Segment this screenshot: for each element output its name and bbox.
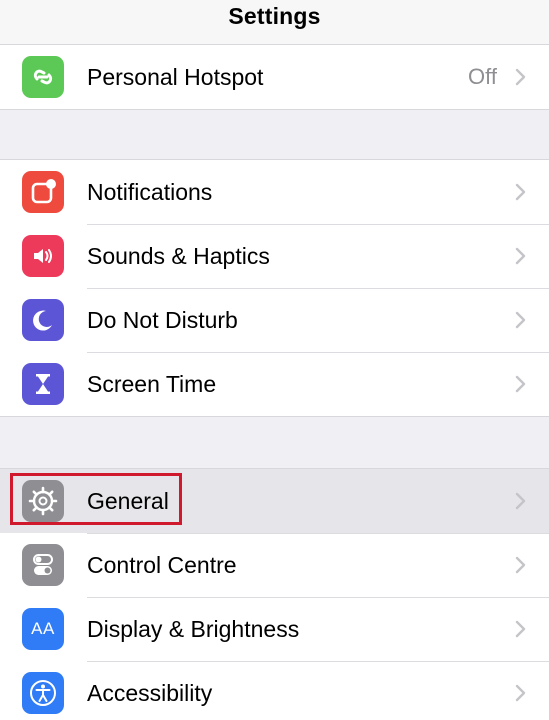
accessibility-icon (22, 672, 64, 714)
settings-row-value: Off (468, 64, 497, 89)
settings-row-screen-time[interactable]: Screen Time (0, 352, 549, 416)
chevron-right-icon (515, 68, 526, 86)
settings-row-label: Accessibility (87, 680, 213, 706)
hourglass-icon (22, 363, 64, 405)
settings-row-notifications[interactable]: Notifications (0, 160, 549, 224)
settings-group-network: Personal Hotspot Off (0, 44, 549, 110)
moon-icon (22, 299, 64, 341)
page-title: Settings (228, 3, 321, 29)
settings-row-label: Sounds & Haptics (87, 243, 270, 269)
chevron-right-icon (515, 311, 526, 329)
settings-screen: Settings Personal Hotspot Off Notificati… (0, 0, 549, 720)
chevron-right-icon (515, 620, 526, 638)
chevron-right-icon (515, 183, 526, 201)
settings-row-accessibility[interactable]: Accessibility (0, 661, 549, 720)
display-aa-icon: AA (22, 608, 64, 650)
settings-row-label: Notifications (87, 179, 213, 205)
chevron-right-icon (515, 684, 526, 702)
settings-group-system: General Control Centre AA Display & Brig… (0, 468, 549, 720)
display-icon-text: AA (31, 619, 55, 638)
settings-row-do-not-disturb[interactable]: Do Not Disturb (0, 288, 549, 352)
settings-row-label: Control Centre (87, 552, 237, 578)
notifications-icon (22, 171, 64, 213)
chevron-right-icon (515, 375, 526, 393)
settings-row-label: General (87, 488, 169, 514)
chevron-right-icon (515, 492, 526, 510)
personal-hotspot-icon (22, 56, 64, 98)
gear-icon (22, 480, 64, 522)
settings-row-sounds-haptics[interactable]: Sounds & Haptics (0, 224, 549, 288)
chevron-right-icon (515, 247, 526, 265)
settings-row-control-centre[interactable]: Control Centre (0, 533, 549, 597)
speaker-icon (22, 235, 64, 277)
settings-group-alerts: Notifications Sounds & Haptics Do Not Di… (0, 159, 549, 417)
settings-row-label: Display & Brightness (87, 616, 300, 642)
navigation-bar: Settings (0, 0, 549, 49)
chevron-right-icon (515, 556, 526, 574)
settings-row-display-brightness[interactable]: AA Display & Brightness (0, 597, 549, 661)
settings-row-label: Screen Time (87, 371, 217, 397)
settings-row-general[interactable]: General (0, 469, 549, 533)
toggles-icon (22, 544, 64, 586)
settings-row-label: Personal Hotspot (87, 64, 264, 90)
settings-row-label: Do Not Disturb (87, 307, 238, 333)
settings-row-personal-hotspot[interactable]: Personal Hotspot Off (0, 45, 549, 109)
